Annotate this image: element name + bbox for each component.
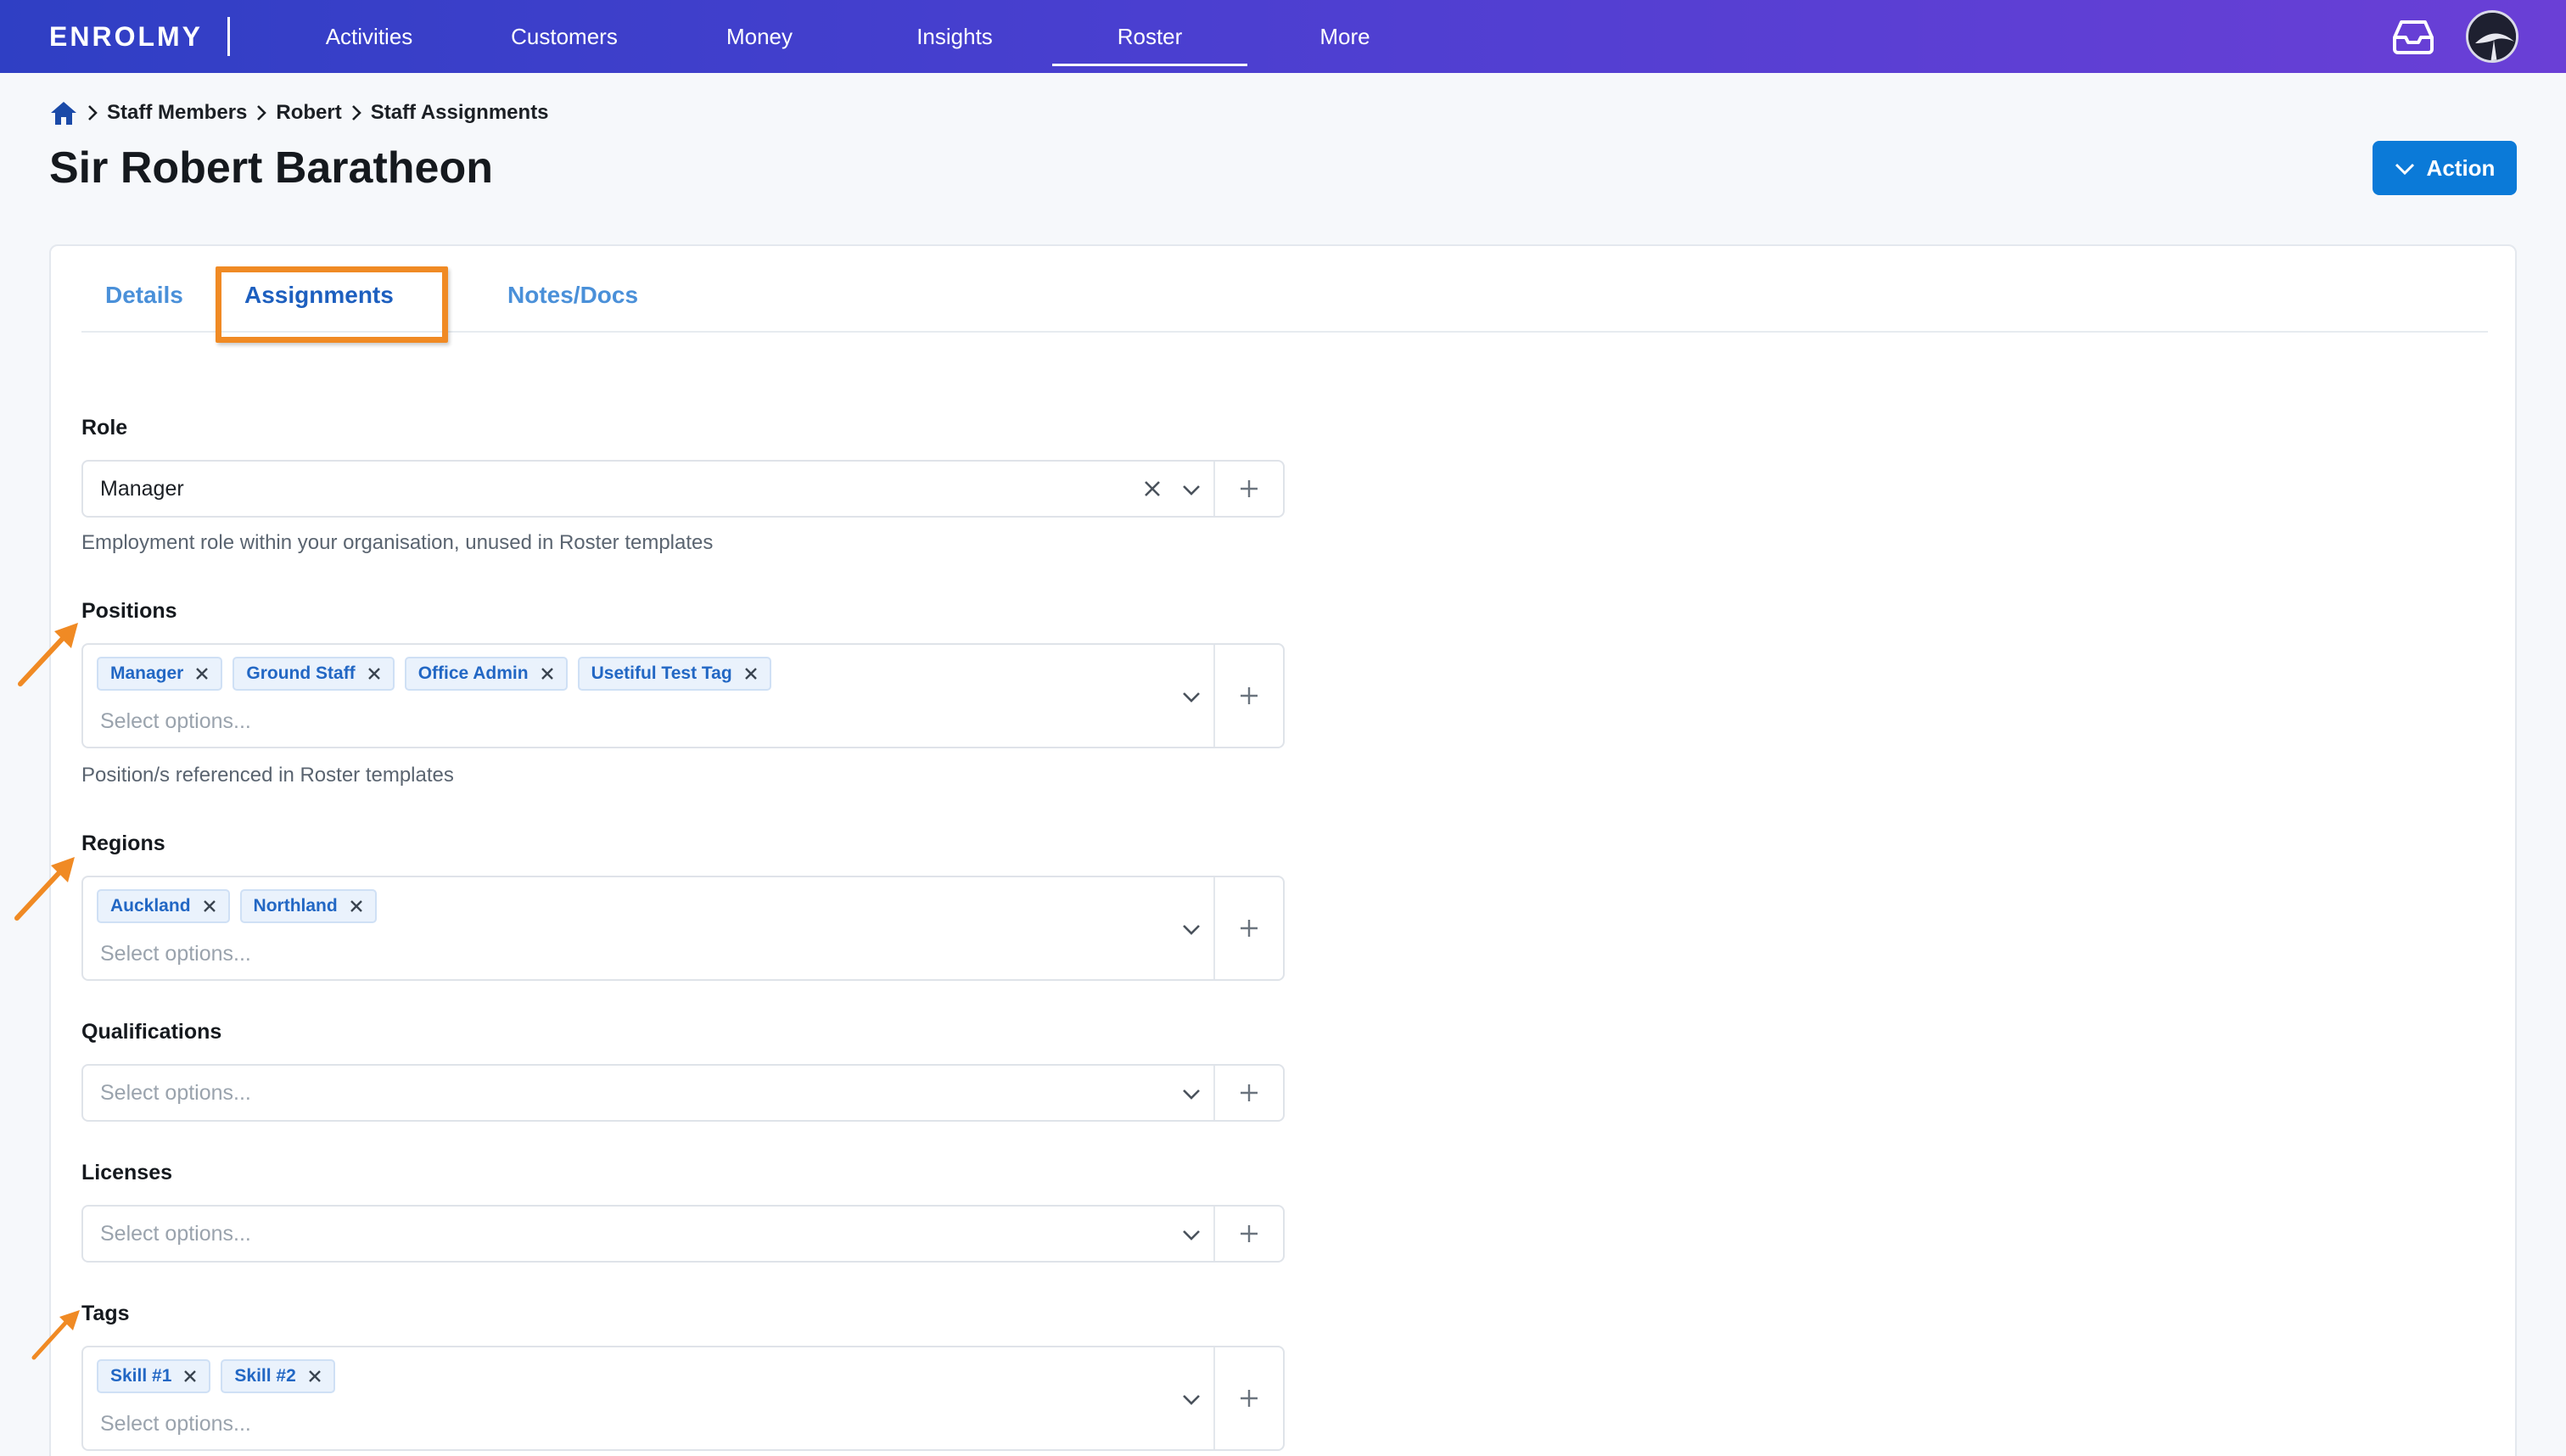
chip-auckland: Auckland	[97, 889, 230, 923]
chip-northland: Northland	[239, 889, 377, 923]
regions-placeholder: Select options...	[100, 942, 251, 966]
nav-link-insights[interactable]: Insights	[857, 0, 1052, 73]
positions-help-text: Position/s referenced in Roster template…	[81, 764, 454, 787]
remove-chip-icon[interactable]	[744, 667, 758, 680]
licenses-select[interactable]: Select options...	[81, 1205, 1285, 1263]
chevron-down-icon[interactable]	[1179, 686, 1203, 709]
role-select[interactable]: Manager	[81, 460, 1285, 518]
qualifications-label: Qualifications	[81, 1020, 222, 1044]
remove-chip-icon[interactable]	[203, 899, 216, 913]
breadcrumb-staff-members[interactable]: Staff Members	[107, 101, 247, 125]
nav-link-roster[interactable]: Roster	[1052, 0, 1247, 73]
positions-select[interactable]: Manager Ground Staff Office Admin Usetif…	[81, 643, 1285, 748]
chip-label: Auckland	[110, 896, 191, 916]
chip-label: Usetiful Test Tag	[591, 664, 732, 683]
regions-label: Regions	[81, 832, 165, 855]
enrolmy-logo[interactable]: ENROLMY	[49, 20, 203, 53]
positions-label: Positions	[81, 599, 177, 623]
chevron-right-icon	[78, 104, 107, 121]
regions-select[interactable]: Auckland Northland Select options...	[81, 876, 1285, 981]
regions-chips: Auckland Northland	[97, 889, 377, 923]
qualifications-placeholder: Select options...	[100, 1081, 251, 1105]
remove-chip-icon[interactable]	[195, 667, 209, 680]
add-region-button[interactable]	[1215, 877, 1283, 979]
licenses-label: Licenses	[81, 1161, 173, 1184]
tab-details[interactable]: Details	[105, 282, 183, 309]
avatar[interactable]	[2466, 10, 2518, 63]
role-label: Role	[81, 416, 128, 440]
nav-link-more[interactable]: More	[1247, 0, 1443, 73]
licenses-placeholder: Select options...	[100, 1222, 251, 1246]
tab-highlight-box	[216, 266, 448, 343]
chevron-down-icon[interactable]	[1179, 479, 1203, 502]
role-value: Manager	[100, 477, 184, 501]
positions-chips: Manager Ground Staff Office Admin Usetif…	[97, 657, 771, 691]
logo-divider	[227, 17, 230, 56]
add-role-button[interactable]	[1215, 462, 1283, 516]
remove-chip-icon[interactable]	[541, 667, 554, 680]
annotation-arrow-icon	[29, 1307, 83, 1361]
nav-link-money[interactable]: Money	[662, 0, 857, 73]
chip-usetiful-test-tag: Usetiful Test Tag	[577, 657, 771, 691]
clear-icon[interactable]	[1140, 477, 1164, 501]
add-position-button[interactable]	[1215, 645, 1283, 747]
chevron-right-icon	[342, 104, 371, 121]
chip-skill-2: Skill #2	[221, 1359, 335, 1393]
chip-label: Manager	[110, 664, 184, 683]
tags-placeholder: Select options...	[100, 1412, 251, 1436]
remove-chip-icon[interactable]	[367, 667, 381, 680]
top-navigation-bar: ENROLMY Activities Customers Money Insig…	[0, 0, 2566, 73]
chevron-down-icon[interactable]	[1179, 1083, 1203, 1106]
qualifications-select[interactable]: Select options...	[81, 1064, 1285, 1122]
add-license-button[interactable]	[1215, 1207, 1283, 1261]
nav-link-activities[interactable]: Activities	[272, 0, 467, 73]
nav-links: Activities Customers Money Insights Rost…	[272, 0, 1443, 73]
remove-chip-icon[interactable]	[308, 1369, 322, 1383]
chip-office-admin: Office Admin	[404, 657, 568, 691]
role-help-text: Employment role within your organisation…	[81, 531, 714, 554]
breadcrumb-robert[interactable]: Robert	[276, 101, 341, 125]
chip-label: Ground Staff	[246, 664, 356, 683]
tags-chips: Skill #1 Skill #2	[97, 1359, 335, 1393]
chevron-down-icon[interactable]	[1179, 1388, 1203, 1412]
nav-link-customers[interactable]: Customers	[467, 0, 662, 73]
chip-ground-staff: Ground Staff	[233, 657, 395, 691]
chip-skill-1: Skill #1	[97, 1359, 211, 1393]
chip-label: Office Admin	[417, 664, 529, 683]
assignments-card: Details Assignments Notes/Docs Role Mana…	[49, 244, 2517, 1456]
breadcrumb-staff-assignments: Staff Assignments	[370, 101, 549, 124]
positions-placeholder: Select options...	[100, 709, 251, 733]
breadcrumb: Staff Members Robert Staff Assignments	[49, 98, 549, 127]
chip-label: Skill #1	[110, 1366, 172, 1386]
chevron-down-icon	[2395, 155, 2415, 182]
annotation-arrow-icon	[12, 854, 80, 921]
add-qualification-button[interactable]	[1215, 1066, 1283, 1120]
inbox-icon[interactable]	[2393, 19, 2434, 54]
tab-notes-docs[interactable]: Notes/Docs	[507, 282, 638, 309]
tags-label: Tags	[81, 1302, 130, 1325]
remove-chip-icon[interactable]	[350, 899, 363, 913]
tags-select[interactable]: Skill #1 Skill #2 Select options...	[81, 1346, 1285, 1451]
chevron-down-icon[interactable]	[1179, 918, 1203, 942]
annotation-arrow-icon	[15, 619, 83, 687]
chip-label: Northland	[253, 896, 338, 916]
chevron-right-icon	[247, 104, 276, 121]
chip-manager: Manager	[97, 657, 223, 691]
action-button[interactable]: Action	[2373, 141, 2517, 195]
remove-chip-icon[interactable]	[183, 1369, 197, 1383]
page-title: Sir Robert Baratheon	[49, 143, 493, 193]
chip-label: Skill #2	[234, 1366, 296, 1386]
home-icon[interactable]	[49, 98, 78, 127]
chevron-down-icon[interactable]	[1179, 1224, 1203, 1247]
add-tag-button[interactable]	[1215, 1347, 1283, 1449]
action-button-label: Action	[2426, 154, 2496, 181]
